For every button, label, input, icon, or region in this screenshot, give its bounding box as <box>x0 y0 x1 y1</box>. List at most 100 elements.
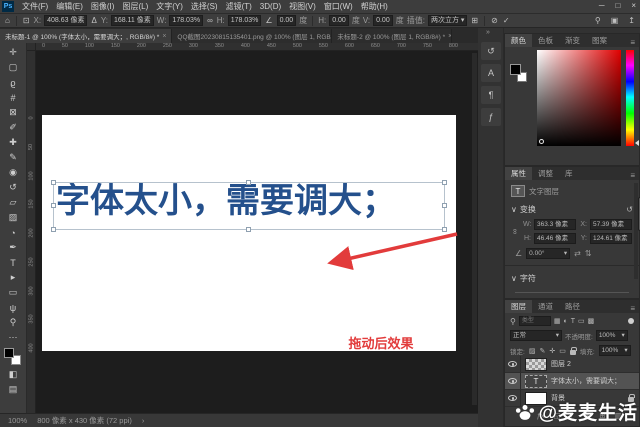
lock-all-icon[interactable] <box>569 346 577 355</box>
reference-point-icon[interactable]: ⊡ <box>22 16 31 25</box>
eraser-tool[interactable]: ▱ <box>2 195 24 210</box>
transform-handle[interactable] <box>246 227 251 232</box>
quick-mask-button[interactable]: ◧ <box>2 367 24 382</box>
menu-file[interactable]: 文件(F) <box>18 0 52 13</box>
clone-stamp-tool[interactable]: ◉ <box>2 165 24 180</box>
workspace-icon[interactable]: ▣ <box>610 16 620 25</box>
layer-row-layer2[interactable]: 图层 2 <box>505 356 639 373</box>
screen-mode-button[interactable]: ▤ <box>2 382 24 397</box>
blur-tool[interactable]: ◔ <box>2 225 24 240</box>
menu-edit[interactable]: 编辑(E) <box>52 0 87 13</box>
tab-paths[interactable]: 路径 <box>559 300 586 313</box>
menu-layer[interactable]: 图层(L) <box>118 0 152 13</box>
share-icon[interactable]: ↥ <box>627 16 636 25</box>
home-icon[interactable]: ⌂ <box>4 16 11 25</box>
lock-transparency-icon[interactable]: ▨ <box>529 347 536 355</box>
x-field[interactable]: 57.39 像素 <box>590 219 632 230</box>
tab-swatches[interactable]: 色板 <box>532 34 559 47</box>
tab-libraries[interactable]: 库 <box>559 167 579 180</box>
layer-thumbnail[interactable] <box>525 357 547 371</box>
width-field[interactable]: 363.3 像素 <box>534 219 576 230</box>
search-icon[interactable]: ⚲ <box>510 317 516 326</box>
tab-gradients[interactable]: 渐变 <box>559 34 586 47</box>
cancel-transform-button[interactable]: ⊘ <box>490 16 499 25</box>
reset-transform-icon[interactable]: ↺ <box>626 205 633 214</box>
edit-toolbar-icon[interactable]: ⋯ <box>2 330 24 345</box>
tab-patterns[interactable]: 图案 <box>586 34 613 47</box>
filter-kind-select[interactable]: 类型 <box>518 316 551 326</box>
chevron-right-icon[interactable]: › <box>142 416 145 425</box>
lock-artboard-icon[interactable]: ▭ <box>559 347 566 355</box>
brush-tool[interactable]: ✎ <box>2 150 24 165</box>
transform-handle[interactable] <box>442 180 447 185</box>
shape-tool[interactable]: ▭ <box>2 285 24 300</box>
height-field[interactable]: 46.46 像素 <box>534 233 576 244</box>
panel-menu-icon[interactable]: ≡ <box>626 304 639 313</box>
move-tool[interactable]: ✛ <box>2 45 24 60</box>
blend-mode-select[interactable]: 正常 ▾ <box>510 330 562 341</box>
filter-shape-icon[interactable]: ▭ <box>578 317 585 325</box>
spot-healing-tool[interactable]: ✚ <box>2 135 24 150</box>
menu-window[interactable]: 窗口(W) <box>320 0 357 13</box>
panel-menu-icon[interactable]: ≡ <box>626 38 639 47</box>
x-field[interactable]: 408.63 像素 <box>44 15 88 26</box>
hand-tool[interactable]: ψ <box>2 300 24 315</box>
chevron-down-icon[interactable]: ∨ <box>511 205 517 214</box>
document-tab-qq-screenshot[interactable]: QQ截图20230815135401.png @ 100% (图层 1, RGB… <box>172 29 333 43</box>
menu-help[interactable]: 帮助(H) <box>357 0 392 13</box>
gradient-tool[interactable]: ▨ <box>2 210 24 225</box>
layer-name[interactable]: 图层 2 <box>551 359 639 369</box>
transform-bounding-box[interactable] <box>51 180 447 232</box>
filter-adjustment-icon[interactable]: ◐ <box>563 318 567 325</box>
chevron-down-icon[interactable]: ∨ <box>511 274 517 283</box>
color-spectrum-field[interactable] <box>537 50 621 146</box>
maintain-aspect-icon[interactable]: ∞ <box>206 16 214 25</box>
vskew-field[interactable]: 0.00 <box>373 15 393 26</box>
lock-pixels-icon[interactable]: ✎ <box>539 347 545 355</box>
filter-type-icon[interactable]: T <box>571 318 575 325</box>
menu-type[interactable]: 文字(Y) <box>152 0 187 13</box>
zoom-tool[interactable]: ⚲ <box>2 315 24 330</box>
visibility-toggle[interactable] <box>505 373 521 389</box>
visibility-toggle[interactable] <box>505 356 521 372</box>
tab-channels[interactable]: 通道 <box>532 300 559 313</box>
height-field[interactable]: 178.03% <box>227 15 262 26</box>
color-swatches[interactable] <box>3 347 23 367</box>
y-field[interactable]: 124.61 像素 <box>590 233 632 244</box>
relative-position-icon[interactable]: Δ <box>90 16 97 25</box>
interpolation-select[interactable]: 两次立方 ▾ <box>427 15 468 26</box>
layer-thumbnail[interactable]: T <box>525 374 547 388</box>
eyedropper-tool[interactable]: ✐ <box>2 120 24 135</box>
menu-filter[interactable]: 滤镜(T) <box>222 0 256 13</box>
lasso-tool[interactable]: ϱ <box>2 75 24 90</box>
history-panel-icon[interactable]: ↺ <box>481 42 501 60</box>
y-field[interactable]: 168.11 像素 <box>110 15 154 26</box>
rotation-field[interactable]: 0.00 <box>276 15 297 26</box>
pen-tool[interactable]: ✒ <box>2 240 24 255</box>
collapse-dock-icon[interactable]: » <box>486 29 490 36</box>
foreground-color-swatch[interactable] <box>4 348 14 358</box>
fill-select[interactable]: 100% ▾ <box>598 345 631 356</box>
character-panel-icon[interactable]: A <box>481 64 501 82</box>
menu-image[interactable]: 图像(I) <box>87 0 119 13</box>
transform-handle[interactable] <box>246 180 251 185</box>
rotation-select[interactable]: 0.00° ▾ <box>526 248 571 259</box>
search-icon[interactable]: ⚲ <box>594 16 602 25</box>
spectrum-marker[interactable] <box>539 139 544 144</box>
menu-view[interactable]: 视图(V) <box>285 0 320 13</box>
frame-tool[interactable]: ⊠ <box>2 105 24 120</box>
hue-slider-marker[interactable] <box>635 140 639 146</box>
tab-properties[interactable]: 属性 <box>505 167 532 180</box>
commit-transform-button[interactable]: ✓ <box>502 16 511 25</box>
warp-mode-icon[interactable]: ⊞ <box>470 16 479 25</box>
tab-adjustments[interactable]: 调整 <box>532 167 559 180</box>
flip-horizontal-icon[interactable]: ⇄ <box>574 249 581 258</box>
transform-handle[interactable] <box>442 203 447 208</box>
document-tab-untitled-2[interactable]: 未标题-2 @ 100% (图层 1, RGB/8#) * × <box>332 29 453 43</box>
panel-menu-icon[interactable]: ≡ <box>626 171 639 180</box>
close-button[interactable]: × <box>631 0 636 12</box>
transform-handle[interactable] <box>51 227 56 232</box>
crop-tool[interactable]: # <box>2 90 24 105</box>
canvas-scrollbar[interactable] <box>472 53 478 405</box>
flip-vertical-icon[interactable]: ⇅ <box>585 249 592 258</box>
